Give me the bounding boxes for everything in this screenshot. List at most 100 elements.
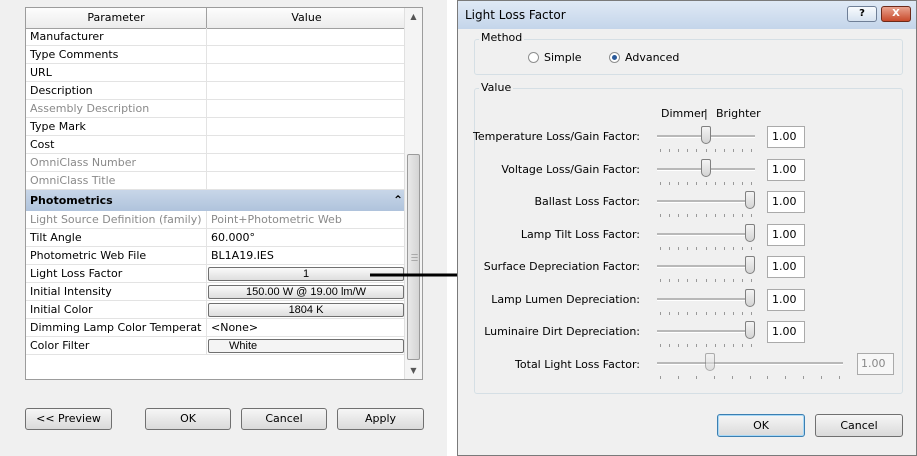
scrollbar-thumb[interactable]: — — — bbox=[407, 154, 420, 360]
property-row[interactable]: OmniClass Title bbox=[26, 172, 407, 190]
property-label: Photometric Web File bbox=[26, 247, 207, 264]
property-row[interactable]: Assembly Description bbox=[26, 100, 407, 118]
property-value[interactable] bbox=[207, 46, 407, 63]
property-value-button[interactable]: 150.00 W @ 19.00 lm/W bbox=[208, 285, 404, 299]
property-value[interactable]: <None> bbox=[207, 319, 407, 336]
property-label: Light Source Definition (family) bbox=[26, 211, 207, 228]
factor-slider-thumb[interactable] bbox=[745, 191, 755, 209]
radio-simple[interactable]: Simple bbox=[528, 51, 582, 64]
property-row[interactable]: OmniClass Number bbox=[26, 154, 407, 172]
scroll-down-icon[interactable]: ▼ bbox=[405, 362, 422, 379]
property-value[interactable] bbox=[207, 118, 407, 135]
property-row[interactable]: Initial Color 1804 K bbox=[26, 301, 407, 319]
property-value bbox=[207, 172, 407, 189]
property-label: Type Comments bbox=[26, 46, 207, 63]
type-properties-panel: Parameter Value Manufacturer Type Comment… bbox=[0, 0, 447, 456]
property-label: Tilt Angle bbox=[26, 229, 207, 246]
property-row[interactable]: Color Filter White bbox=[26, 337, 407, 355]
property-row[interactable]: Description bbox=[26, 82, 407, 100]
factor-value-input[interactable]: 1.00 bbox=[767, 256, 805, 278]
grid-header: Parameter Value bbox=[26, 8, 407, 29]
factor-slider[interactable] bbox=[657, 256, 755, 282]
factor-slider-ticks bbox=[660, 214, 752, 218]
property-value[interactable] bbox=[207, 64, 407, 81]
dimmer-label: Dimmer bbox=[661, 107, 706, 120]
brighter-label: Brighter bbox=[716, 107, 761, 120]
dialog-titlebar[interactable]: Light Loss Factor ? X bbox=[458, 1, 916, 29]
property-label: OmniClass Number bbox=[26, 154, 207, 171]
factor-slider-track[interactable] bbox=[657, 232, 755, 236]
property-value-button[interactable]: White bbox=[208, 339, 404, 353]
factor-label: Luminaire Dirt Depreciation: bbox=[484, 325, 640, 338]
property-value[interactable] bbox=[207, 28, 407, 45]
property-label: Manufacturer bbox=[26, 28, 207, 45]
group-header-row[interactable]: Photometrics ⌃ bbox=[26, 190, 407, 211]
factor-slider-thumb[interactable] bbox=[745, 223, 755, 242]
property-row[interactable]: Photometric Web File BL1A19.IES bbox=[26, 247, 407, 265]
ok-button[interactable]: OK bbox=[145, 408, 231, 430]
factor-slider[interactable] bbox=[657, 158, 755, 185]
scroll-up-icon[interactable]: ▲ bbox=[405, 8, 422, 25]
factor-slider[interactable] bbox=[657, 126, 755, 152]
property-value: Point+Photometric Web bbox=[211, 213, 342, 226]
vertical-scrollbar[interactable]: ▲ — — — ▼ bbox=[404, 8, 422, 379]
property-value-cell: 1804 K bbox=[207, 301, 407, 318]
radio-simple-circle[interactable] bbox=[528, 52, 539, 63]
factor-value-input[interactable]: 1.00 bbox=[767, 191, 805, 213]
dialog-cancel-button[interactable]: Cancel bbox=[815, 414, 903, 437]
property-row[interactable]: Tilt Angle 60.000° bbox=[26, 229, 407, 247]
factor-value-input[interactable]: 1.00 bbox=[767, 158, 805, 181]
property-row[interactable]: URL bbox=[26, 64, 407, 82]
property-label: Initial Color bbox=[26, 301, 207, 318]
factor-slider-track[interactable] bbox=[657, 265, 755, 268]
property-value-cell: White bbox=[207, 337, 407, 354]
apply-button[interactable]: Apply bbox=[337, 408, 424, 430]
property-row[interactable]: Type Comments bbox=[26, 46, 407, 64]
property-row[interactable]: Light Loss Factor 1 bbox=[26, 265, 407, 283]
property-row[interactable]: Light Source Definition (family) Point+Ph… bbox=[26, 211, 407, 229]
factor-slider-thumb[interactable] bbox=[745, 288, 755, 307]
property-label: OmniClass Title bbox=[26, 172, 207, 189]
value-group-label: Value bbox=[479, 81, 514, 94]
property-label: Type Mark bbox=[26, 118, 207, 135]
property-label: Cost bbox=[26, 136, 207, 153]
factor-slider-thumb[interactable] bbox=[745, 256, 755, 274]
property-value[interactable]: 60.000° bbox=[207, 229, 407, 246]
factor-slider-track[interactable] bbox=[657, 200, 755, 203]
factor-value-input[interactable]: 1.00 bbox=[767, 288, 805, 311]
factor-slider[interactable] bbox=[657, 288, 755, 315]
property-value-button[interactable]: 1804 K bbox=[208, 303, 404, 317]
property-row[interactable]: Type Mark bbox=[26, 118, 407, 136]
property-row[interactable]: Initial Intensity 150.00 W @ 19.00 lm/W bbox=[26, 283, 407, 301]
dimmer-brighter-separator: | bbox=[704, 107, 708, 120]
factor-slider-track[interactable] bbox=[657, 330, 755, 333]
factor-slider[interactable] bbox=[657, 321, 755, 347]
property-row[interactable]: Cost bbox=[26, 136, 407, 154]
preview-button[interactable]: << Preview bbox=[25, 408, 112, 430]
value-column-header[interactable]: Value bbox=[207, 8, 407, 28]
parameter-column-header[interactable]: Parameter bbox=[26, 8, 207, 28]
factor-label: Lamp Tilt Loss Factor: bbox=[520, 227, 640, 241]
property-row[interactable]: Manufacturer bbox=[26, 28, 407, 46]
total-slider-thumb bbox=[705, 353, 715, 371]
property-value[interactable] bbox=[207, 82, 407, 99]
property-label: Light Loss Factor bbox=[26, 265, 207, 282]
factor-slider-thumb[interactable] bbox=[701, 126, 711, 144]
factor-slider-thumb[interactable] bbox=[701, 158, 711, 177]
help-button[interactable]: ? bbox=[847, 6, 877, 22]
factor-slider-track[interactable] bbox=[657, 297, 755, 301]
property-row[interactable]: Dimming Lamp Color Temperat <None> bbox=[26, 319, 407, 337]
factor-value-input[interactable]: 1.00 bbox=[767, 126, 805, 148]
radio-advanced-circle[interactable] bbox=[609, 52, 620, 63]
factor-value-input[interactable]: 1.00 bbox=[767, 321, 805, 343]
property-value[interactable]: BL1A19.IES bbox=[207, 247, 407, 264]
close-button[interactable]: X bbox=[881, 6, 911, 22]
dialog-ok-button[interactable]: OK bbox=[717, 414, 805, 437]
factor-value-input[interactable]: 1.00 bbox=[767, 223, 805, 246]
radio-advanced[interactable]: Advanced bbox=[609, 51, 679, 64]
factor-slider-thumb[interactable] bbox=[745, 321, 755, 339]
factor-slider[interactable] bbox=[657, 191, 755, 217]
factor-slider[interactable] bbox=[657, 223, 755, 250]
property-value[interactable] bbox=[207, 136, 407, 153]
cancel-button[interactable]: Cancel bbox=[241, 408, 327, 430]
